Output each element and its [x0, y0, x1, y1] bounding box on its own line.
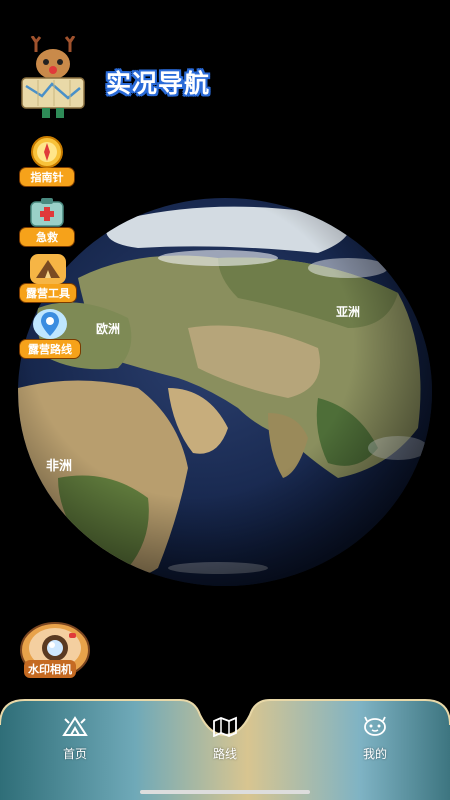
nav-home[interactable]: 首页 [40, 715, 110, 762]
compass-label: 指南针 [20, 168, 74, 186]
compass-button[interactable]: 指南针 [20, 134, 74, 186]
nav-mine-label: 我的 [362, 747, 387, 761]
face-icon [364, 716, 386, 736]
tent-icon [30, 254, 66, 284]
camping-tools-button[interactable]: 露营工具 [20, 250, 76, 302]
camping-route-button[interactable]: 露营路线 [20, 306, 80, 358]
watermark-camera-label: 水印相机 [24, 660, 76, 678]
nav-route-label: 路线 [212, 747, 237, 761]
map-icon [213, 716, 237, 738]
earth-globe[interactable]: 欧洲 亚洲 非洲 [18, 198, 432, 586]
first-aid-label: 急救 [20, 228, 74, 246]
map-pin-icon [33, 309, 67, 339]
globe-map: 欧洲 亚洲 非洲 [18, 198, 432, 586]
watermark-camera-button[interactable]: 水印相机 [18, 620, 92, 680]
nav-route[interactable]: 路线 [190, 715, 260, 762]
nav-home-label: 首页 [62, 747, 87, 761]
camping-route-label: 露营路线 [20, 340, 80, 358]
deer-mascot-icon [21, 36, 85, 118]
nav-mine[interactable]: 我的 [340, 715, 410, 762]
label-europe: 欧洲 [96, 321, 120, 336]
first-aid-button[interactable]: 急救 [20, 194, 74, 246]
bottom-nav: 首页 路线 我的 [0, 695, 450, 800]
app-title: 实况导航 [106, 69, 211, 98]
first-aid-icon [30, 198, 64, 227]
label-asia: 亚洲 [336, 305, 360, 319]
header: 实况导航 [18, 36, 228, 120]
label-africa: 非洲 [46, 458, 72, 474]
compass-icon [31, 136, 63, 168]
home-indicator[interactable] [140, 790, 310, 794]
camping-tools-label: 露营工具 [20, 284, 76, 302]
tent-icon [62, 716, 88, 736]
